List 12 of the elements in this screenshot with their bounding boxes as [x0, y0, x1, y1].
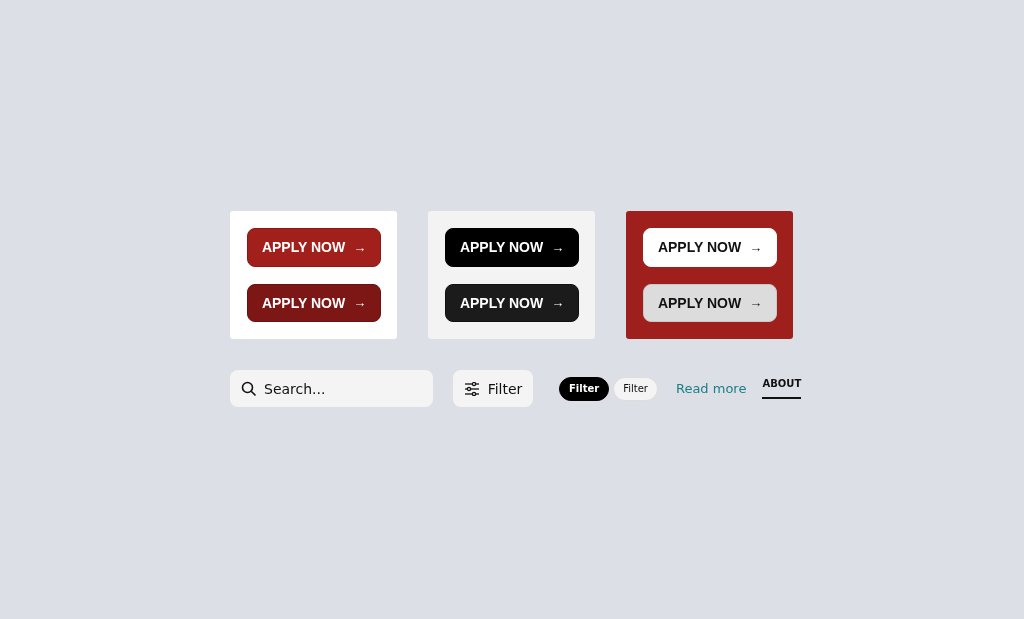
- filter-button[interactable]: Filter: [453, 370, 533, 407]
- read-more-link[interactable]: Read more: [675, 381, 747, 396]
- about-tab[interactable]: ABOUT: [762, 378, 802, 399]
- filter-chip[interactable]: Filter: [613, 376, 658, 401]
- apply-button[interactable]: APPLY NOW →: [643, 228, 777, 267]
- apply-button[interactable]: APPLY NOW →: [247, 228, 381, 267]
- apply-button[interactable]: APPLY NOW →: [445, 228, 579, 267]
- search-field[interactable]: Search...: [230, 370, 433, 407]
- apply-button[interactable]: APPLY NOW →: [247, 283, 381, 322]
- apply-button[interactable]: APPLY NOW →: [643, 283, 777, 322]
- apply-button[interactable]: APPLY NOW →: [445, 283, 579, 322]
- filter-chip[interactable]: Filter: [559, 376, 610, 401]
